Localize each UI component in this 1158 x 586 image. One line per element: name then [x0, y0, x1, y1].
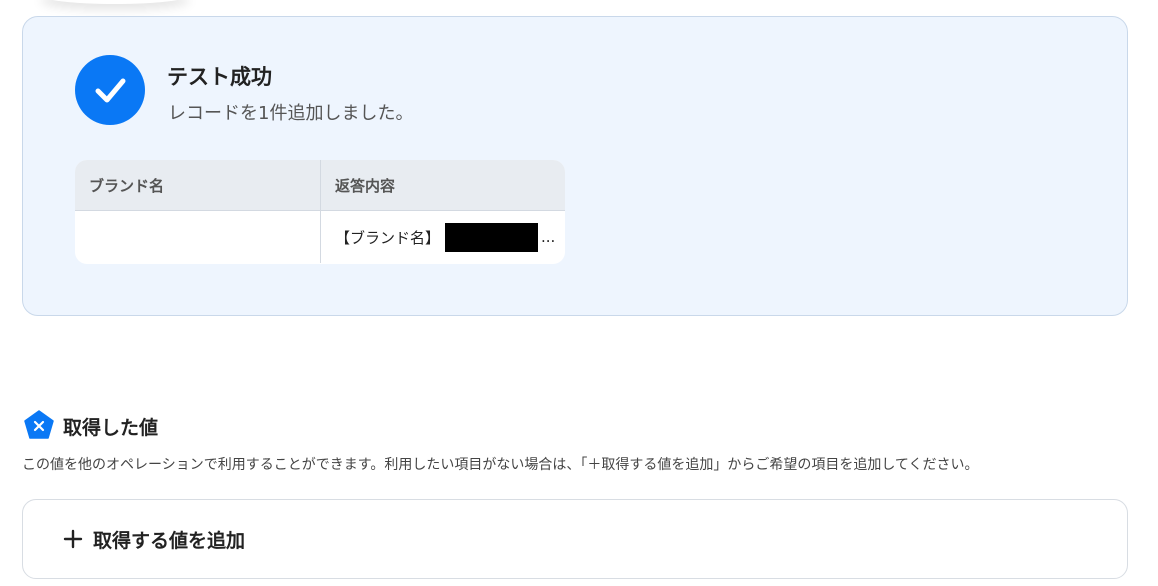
table-header: ブランド名 返答内容 — [75, 160, 565, 211]
check-circle-icon — [75, 55, 145, 125]
x-pentagon-icon — [24, 410, 54, 440]
test-success-panel: テスト成功 レコードを1件追加しました。 ブランド名 返答内容 【ブランド名】 … — [22, 16, 1128, 316]
result-table: ブランド名 返答内容 【ブランド名】 ... — [75, 160, 565, 264]
plus-icon — [63, 529, 83, 549]
add-value-label: 取得する値を追加 — [93, 529, 246, 552]
column-header-response: 返答内容 — [320, 160, 565, 210]
response-prefix: 【ブランド名】 — [335, 228, 441, 247]
section-title: 取得した値 — [63, 417, 159, 439]
response-ellipsis: ... — [541, 228, 556, 246]
top-card-shadow — [40, 0, 190, 4]
brand-cell — [75, 211, 320, 263]
redacted-block — [445, 222, 539, 252]
table-row: 【ブランド名】 ... — [75, 211, 565, 263]
add-value-button[interactable]: 取得する値を追加 — [22, 499, 1128, 579]
response-cell: 【ブランド名】 ... — [320, 211, 565, 263]
section-description: この値を他のオペレーションで利用することができます。利用したい項目がない場合は、… — [22, 457, 979, 473]
column-header-brand: ブランド名 — [89, 176, 165, 195]
success-title: テスト成功 — [167, 65, 272, 89]
success-message: レコードを1件追加しました。 — [168, 103, 414, 124]
